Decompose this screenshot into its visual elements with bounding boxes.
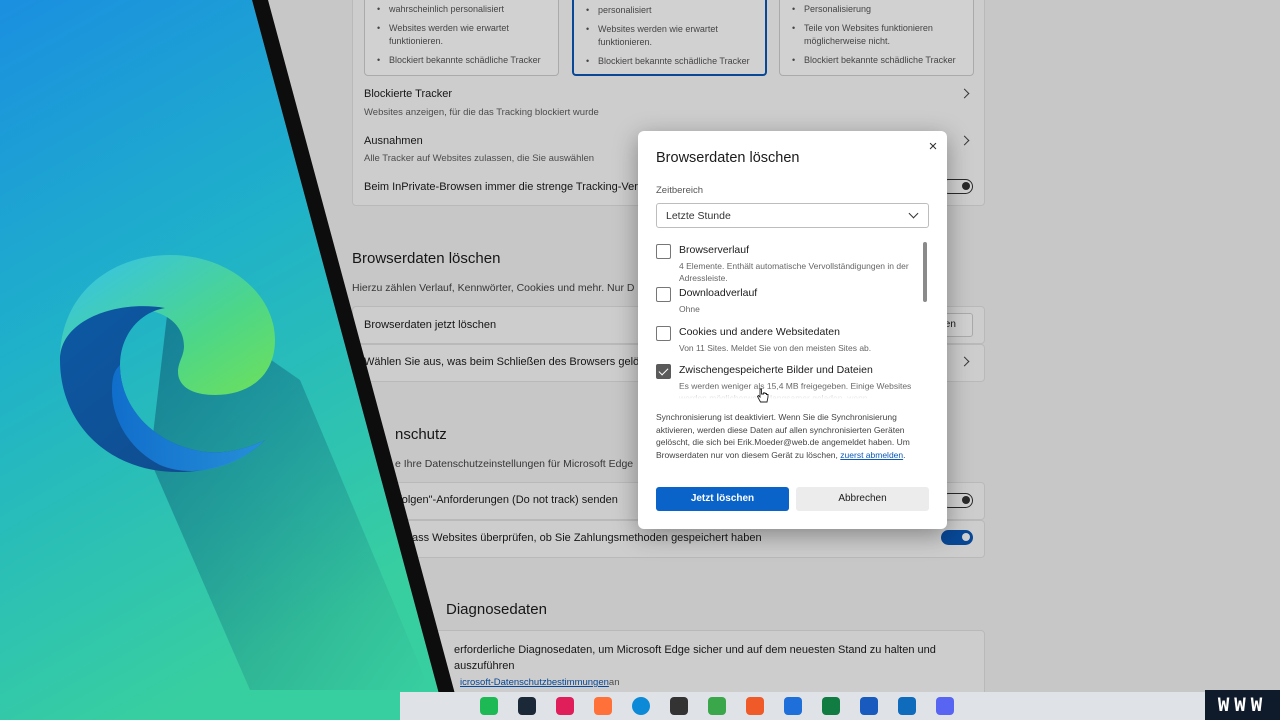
close-icon[interactable]: ×: [925, 139, 941, 155]
c-app-icon[interactable]: [746, 697, 764, 715]
firefox-icon[interactable]: [594, 697, 612, 715]
steam-icon[interactable]: [518, 697, 536, 715]
item-desc: 4 Elemente. Enthält automatische Vervoll…: [679, 261, 909, 283]
item-title: Zwischengespeicherte Bilder und Dateien: [679, 364, 873, 376]
headphones-icon[interactable]: [784, 697, 802, 715]
time-range-select[interactable]: Letzte Stunde: [656, 203, 929, 228]
chevron-down-icon: [908, 208, 919, 219]
item-title: Downloadverlauf: [679, 287, 758, 299]
word-icon[interactable]: [860, 697, 878, 715]
spotify-icon[interactable]: [480, 697, 498, 715]
dialog-title: Browserdaten löschen: [656, 150, 800, 166]
taskbar: [400, 692, 1205, 720]
list-fade: [656, 387, 921, 399]
sign-out-link[interactable]: zuerst abmelden: [840, 450, 903, 460]
clear-browsing-data-dialog: Browserdaten löschen × Zeitbereich Letzt…: [638, 131, 947, 529]
discord-icon[interactable]: [936, 697, 954, 715]
list-scrollbar[interactable]: [923, 242, 927, 302]
sync-notice: Synchronisierung ist deaktiviert. Wenn S…: [656, 411, 931, 461]
item-desc: Ohne: [679, 304, 700, 314]
slack-icon[interactable]: [556, 697, 574, 715]
excel-icon[interactable]: [822, 697, 840, 715]
checkbox[interactable]: [656, 326, 671, 341]
checkbox[interactable]: [656, 244, 671, 259]
outlook-icon[interactable]: [898, 697, 916, 715]
inkscape-icon[interactable]: [670, 697, 688, 715]
watermark-logo: WWW: [1205, 690, 1280, 720]
item-title: Cookies und andere Websitedaten: [679, 326, 840, 338]
checkbox[interactable]: [656, 287, 671, 302]
item-desc: Von 11 Sites. Meldet Sie von den meisten…: [679, 343, 872, 353]
sync-end: .: [903, 449, 906, 460]
hand-cursor-icon: [756, 388, 769, 403]
time-range-label: Zeitbereich: [656, 185, 703, 196]
clear-now-button[interactable]: Jetzt löschen: [656, 487, 789, 511]
edge-icon[interactable]: [632, 697, 650, 715]
checkbox-checked[interactable]: [656, 364, 671, 379]
time-range-value: Letzte Stunde: [666, 210, 731, 222]
data-types-list[interactable]: Browserverlauf 4 Elemente. Enthält autom…: [656, 239, 929, 399]
camtasia-icon[interactable]: [708, 697, 726, 715]
item-title: Browserverlauf: [679, 244, 750, 256]
cancel-button[interactable]: Abbrechen: [796, 487, 929, 511]
